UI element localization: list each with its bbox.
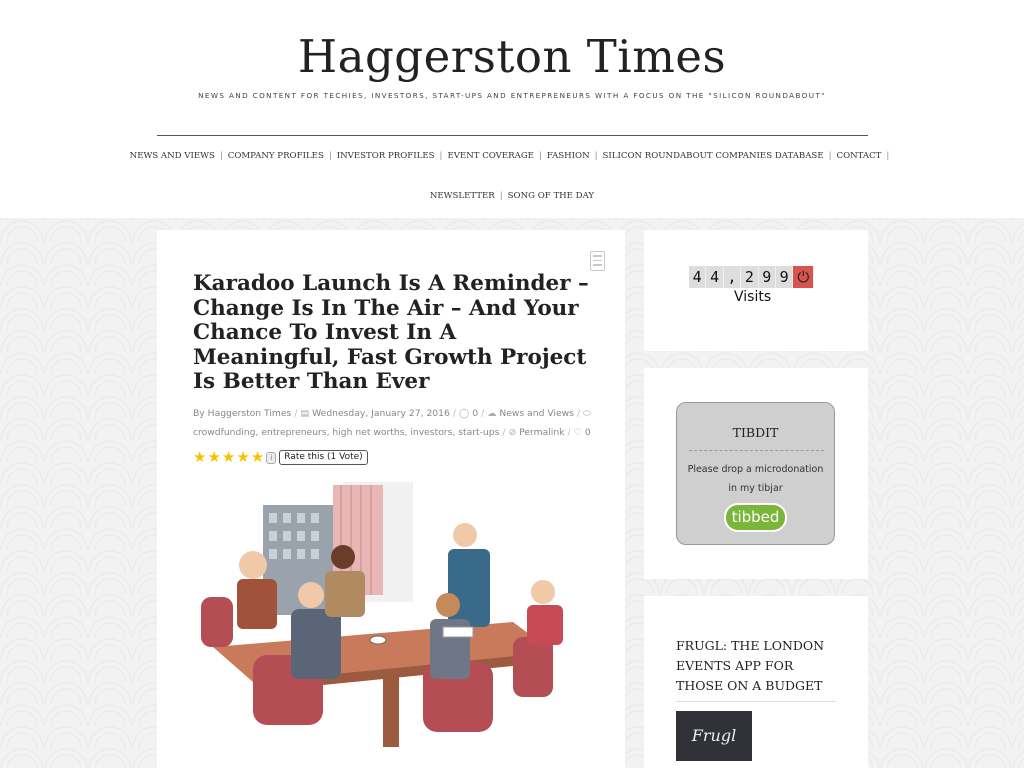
nav-separator: | — [328, 151, 332, 161]
nav-separator: | — [828, 151, 832, 161]
star-icon[interactable]: ★ — [207, 450, 220, 465]
link-icon: ⊘ — [508, 427, 517, 438]
frugl-widget: FRUGL: THE LONDON EVENTS APP FOR THOSE O… — [644, 596, 868, 768]
nav-contact[interactable]: CONTACT — [837, 151, 882, 161]
rate-this-button[interactable]: Rate this (1 Vote) — [279, 450, 368, 465]
counter-digit: 9 — [758, 266, 776, 288]
tag-icon: ⬭ — [583, 408, 591, 419]
nav-song-of-the-day[interactable]: SONG OF THE DAY — [508, 191, 594, 201]
star-icon[interactable]: ★ — [193, 450, 206, 465]
star-icon[interactable]: ★ — [251, 450, 264, 465]
nav-news-and-views[interactable]: NEWS AND VIEWS — [130, 151, 215, 161]
nav-separator: | — [219, 151, 223, 161]
post-meta-line-1: By Haggerston Times / ▤ Wednesday, January … — [193, 408, 591, 419]
post-comment-count[interactable]: 0 — [472, 408, 478, 419]
nav-event-coverage[interactable]: EVENT COVERAGE — [447, 151, 534, 161]
nav-separator: | — [886, 151, 890, 161]
tibdit-widget: TIBDIT Please drop a microdonation in my… — [644, 368, 868, 579]
tibbed-button[interactable]: tibbed — [724, 503, 787, 532]
frugl-title: FRUGL: THE LONDON EVENTS APP FOR THOSE O… — [676, 638, 825, 693]
tibdit-title: TIBDIT — [732, 425, 779, 440]
nav-separator: | — [538, 151, 542, 161]
post-title[interactable]: Karadoo Launch Is A Reminder – Change Is… — [193, 271, 593, 395]
tibdit-text-line-2: in my tibjar — [728, 483, 783, 494]
site-title[interactable]: Haggerston Times — [0, 30, 1024, 83]
counter-digit: , — [723, 266, 742, 288]
post-date[interactable]: Wednesday, January 27, 2016 — [312, 408, 450, 419]
tibdit-divider — [689, 450, 824, 451]
visit-counter: 4 4 , 2 9 9 ⏻ — [689, 266, 815, 288]
document-icon — [590, 251, 605, 271]
nav-newsletter[interactable]: NEWSLETTER — [430, 191, 495, 201]
nav-separator: | — [499, 191, 503, 201]
comment-icon: ◯ — [458, 408, 470, 419]
nav-company-profiles[interactable]: COMPANY PROFILES — [228, 151, 324, 161]
post-featured-image[interactable] — [193, 477, 589, 768]
heart-icon: ♡ — [573, 427, 582, 438]
post-tags[interactable]: crowdfunding, entrepreneurs, high net wo… — [193, 427, 499, 438]
nav-silicon-roundabout-database[interactable]: SILICON ROUNDABOUT COMPANIES DATABASE — [603, 151, 824, 161]
star-icon[interactable]: ★ — [236, 450, 249, 465]
visits-widget: 4 4 , 2 9 9 ⏻ Visits — [644, 230, 868, 351]
counter-digit: 4 — [689, 266, 707, 288]
calendar-icon: ▤ — [300, 408, 310, 419]
frugl-logo[interactable]: Frugl — [676, 711, 752, 761]
post-meta-line-2: crowdfunding, entrepreneurs, high net wo… — [193, 427, 591, 438]
nav-separator: | — [594, 151, 598, 161]
visits-label: Visits — [734, 289, 772, 305]
cloud-icon: ☁ — [487, 408, 497, 419]
tibdit-box: TIBDIT Please drop a microdonation in my… — [676, 402, 835, 545]
counter-digit: 9 — [775, 266, 794, 288]
post-rating: ★ ★ ★ ★ ★ i Rate this (1 Vote) — [193, 450, 368, 465]
site-tagline: NEWS AND CONTENT FOR TECHIES, INVESTORS,… — [198, 91, 826, 100]
counter-digit: 4 — [706, 266, 724, 288]
main-nav-row-2: NEWSLETTER | SONG OF THE DAY — [0, 191, 1024, 201]
nav-investor-profiles[interactable]: INVESTOR PROFILES — [337, 151, 435, 161]
counter-digit: 2 — [741, 266, 759, 288]
post-like-count[interactable]: 0 — [585, 427, 591, 438]
nav-separator: | — [439, 151, 443, 161]
plug-icon[interactable]: ⏻ — [793, 266, 815, 288]
frugl-divider — [676, 701, 836, 702]
main-nav-row-1: NEWS AND VIEWS | COMPANY PROFILES | INVESTOR… — [0, 151, 1024, 161]
post-author[interactable]: By Haggerston Times — [193, 408, 291, 419]
post-card: Karadoo Launch Is A Reminder – Change Is… — [157, 230, 625, 768]
info-icon[interactable]: i — [266, 451, 277, 464]
tibdit-text-line-1: Please drop a microdonation — [687, 464, 824, 475]
nav-divider — [157, 135, 868, 136]
nav-fashion[interactable]: FASHION — [547, 151, 590, 161]
star-icon[interactable]: ★ — [222, 450, 235, 465]
site-header: Haggerston Times NEWS AND CONTENT FOR TE… — [0, 0, 1024, 218]
tibdit-text: Please drop a microdonation in my tibjar — [677, 460, 834, 498]
post-permalink[interactable]: Permalink — [519, 427, 564, 438]
post-category[interactable]: News and Views — [499, 408, 574, 419]
